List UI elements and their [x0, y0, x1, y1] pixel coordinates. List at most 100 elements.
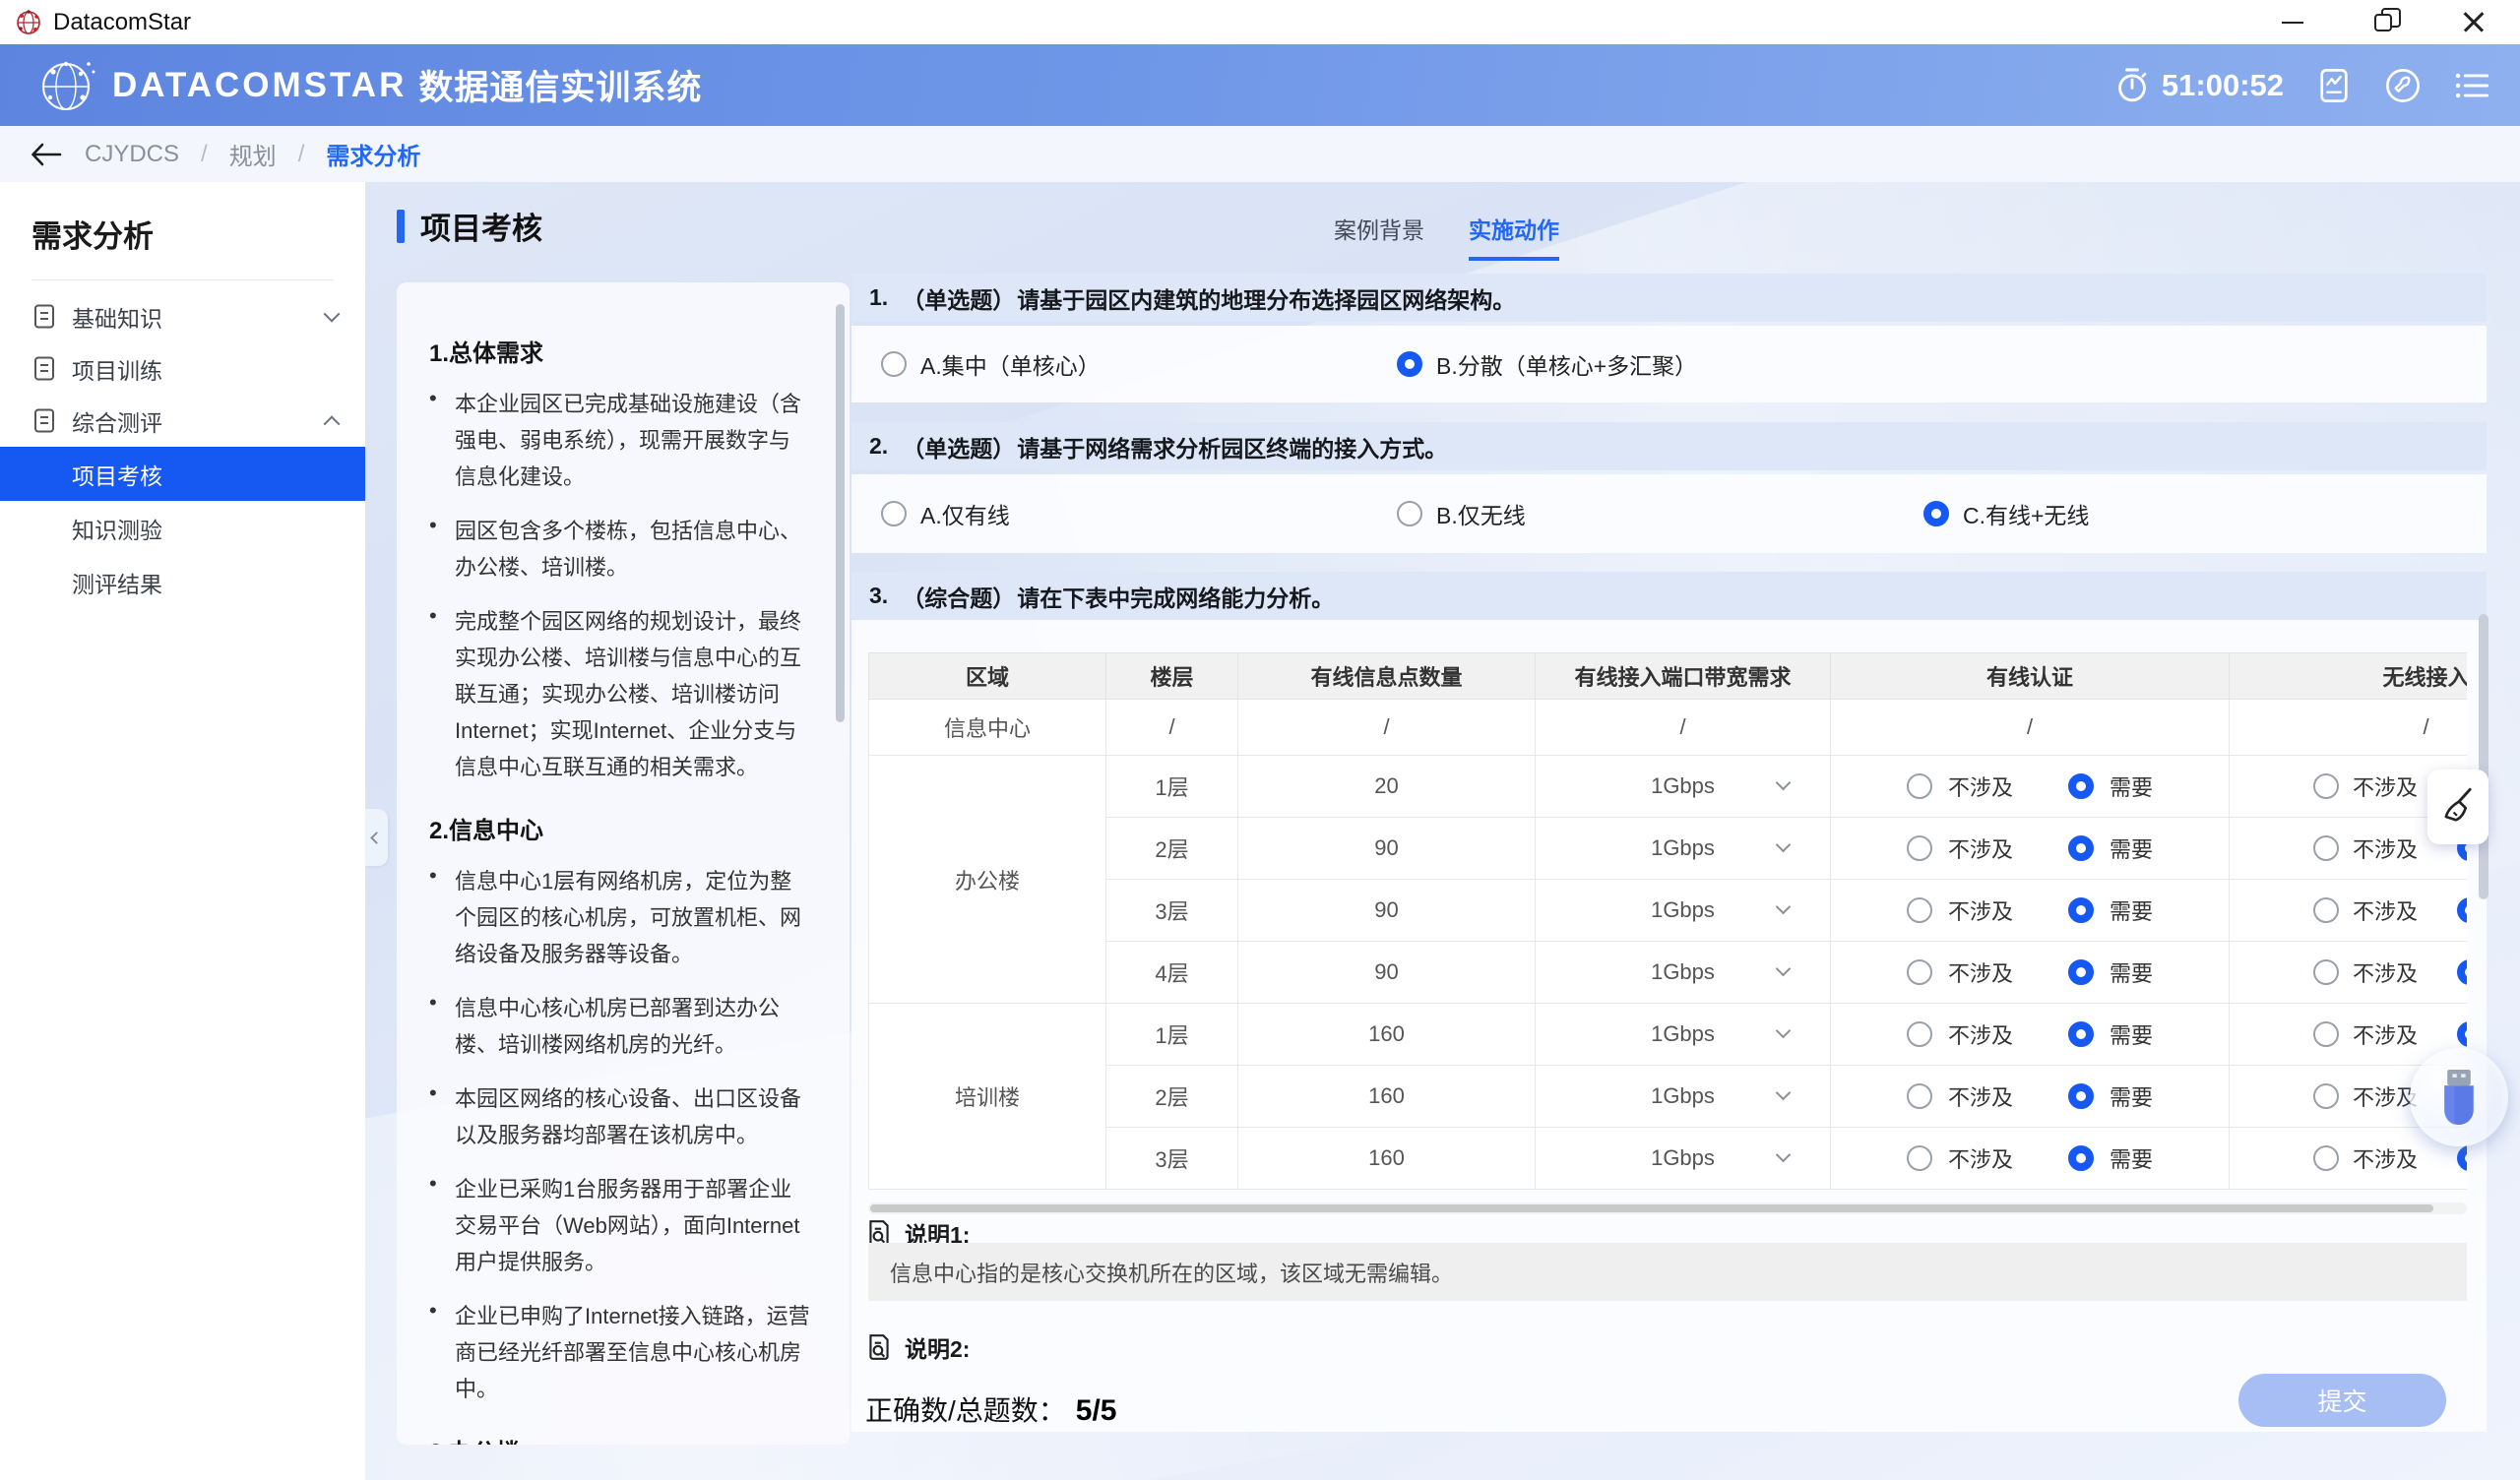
radio-unselected-icon[interactable]	[1907, 835, 1932, 861]
radio-unselected-icon[interactable]	[881, 501, 907, 526]
sidebar-collapse-handle[interactable]	[365, 809, 388, 866]
restore-button[interactable]	[2366, 6, 2400, 39]
radio-unselected-icon[interactable]	[1397, 501, 1422, 526]
sidebar-item-basic-knowledge[interactable]: 基础知识	[0, 290, 365, 342]
radio-selected-icon[interactable]	[2068, 959, 2094, 985]
bandwidth-dropdown[interactable]: 1Gbps	[1536, 1066, 1830, 1127]
minimize-icon	[2282, 22, 2303, 24]
bandwidth-dropdown[interactable]: 1Gbps	[1536, 1128, 1830, 1189]
bandwidth-dropdown[interactable]: 1Gbps	[1536, 818, 1830, 879]
clear-answers-button[interactable]	[2427, 770, 2488, 844]
tools-button[interactable]	[2384, 67, 2422, 104]
floor-cell: 3层	[1106, 880, 1238, 942]
q1-option-a[interactable]: A.集中（单核心）	[881, 347, 1101, 381]
score-summary: 正确数/总题数： 5/5	[865, 1389, 1117, 1429]
usb-device-widget[interactable]	[2410, 1048, 2508, 1146]
case-panel-scrollbar[interactable]	[836, 304, 845, 722]
wireless-cell: 不涉及	[2230, 942, 2468, 1004]
area-cell: 办公楼	[869, 756, 1106, 1004]
col-header-wireless: 无线接入	[2230, 653, 2468, 700]
brand-suffix: 数据通信实训系统	[418, 60, 702, 110]
radio-selected-icon[interactable]	[1397, 351, 1422, 377]
radio-selected-icon[interactable]	[2068, 1145, 2094, 1171]
stopwatch-icon	[2114, 67, 2150, 104]
minimize-button[interactable]	[2276, 6, 2309, 39]
radio-unselected-icon[interactable]	[2313, 773, 2339, 799]
q2-option-c[interactable]: C.有线+无线	[1923, 497, 2089, 530]
radio-selected-icon[interactable]	[2457, 1145, 2467, 1171]
radio-unselected-icon[interactable]	[2313, 1145, 2339, 1171]
breadcrumb-separator: /	[201, 141, 208, 168]
scrollbar-thumb[interactable]	[870, 1204, 2433, 1212]
bandwidth-cell: 1Gbps	[1536, 880, 1831, 942]
radio-selected-icon[interactable]	[2457, 1021, 2467, 1047]
radio-unselected-icon[interactable]	[1907, 1145, 1932, 1171]
sidebar-item-project-training[interactable]: 项目训练	[0, 342, 365, 395]
q2-option-b[interactable]: B.仅无线	[1397, 497, 1526, 530]
auth-cell: 不涉及需要	[1831, 1128, 2230, 1190]
tab-case-background[interactable]: 案例背景	[1334, 212, 1424, 261]
app-logo-icon	[14, 8, 43, 37]
breadcrumb-project[interactable]: CJYDCS	[85, 141, 179, 168]
radio-selected-icon[interactable]	[2068, 1021, 2094, 1047]
radio-selected-icon[interactable]	[2457, 959, 2467, 985]
sidebar-subitem-knowledge-test[interactable]: 知识测验	[0, 501, 365, 555]
bandwidth-cell: 1Gbps	[1536, 818, 1831, 880]
radio-unselected-icon[interactable]	[2313, 1083, 2339, 1109]
points-cell: 20	[1238, 756, 1536, 818]
submit-button[interactable]: 提交	[2238, 1374, 2446, 1427]
table-row: 2层 160 1Gbps 不涉及需要 不涉及	[869, 1066, 2468, 1128]
radio-unselected-icon[interactable]	[1907, 897, 1932, 923]
questions-vertical-scrollbar[interactable]	[2479, 614, 2488, 899]
radio-unselected-icon[interactable]	[1907, 959, 1932, 985]
case-description-panel[interactable]: 1.总体需求 •本企业园区已完成基础设施建设（含强电、弱电系统），现需开展数字与…	[397, 282, 850, 1445]
close-button[interactable]	[2457, 6, 2490, 39]
radio-selected-icon[interactable]	[1923, 501, 1949, 526]
radio-unselected-icon[interactable]	[1907, 1083, 1932, 1109]
points-cell: 90	[1238, 818, 1536, 880]
col-header-bandwidth: 有线接入端口带宽需求	[1536, 653, 1831, 700]
radio-unselected-icon[interactable]	[2313, 1021, 2339, 1047]
table-horizontal-scrollbar[interactable]	[868, 1202, 2467, 1214]
sidebar-subitem-project-assessment[interactable]: 项目考核	[0, 447, 365, 501]
q1-option-b[interactable]: B.分散（单核心+多汇聚）	[1397, 347, 1697, 381]
radio-unselected-icon[interactable]	[1907, 1021, 1932, 1047]
question-3-body: 区域 楼层 有线信息点数量 有线接入端口带宽需求 有线认证 无线接入 信息中心 …	[851, 620, 2487, 1432]
radio-unselected-icon[interactable]	[2313, 959, 2339, 985]
points-cell: 160	[1238, 1066, 1536, 1128]
tab-implementation[interactable]: 实施动作	[1469, 212, 1559, 261]
chevron-down-icon	[1776, 961, 1792, 977]
breadcrumb-planning[interactable]: 规划	[229, 137, 277, 171]
radio-selected-icon[interactable]	[2068, 835, 2094, 861]
case-section-heading: 1.总体需求	[429, 334, 810, 368]
report-button[interactable]	[2315, 67, 2353, 104]
sidebar-subitem-eval-results[interactable]: 测评结果	[0, 555, 365, 609]
table-row: 办公楼 1层 20 1Gbps 不涉及需要 不涉及	[869, 756, 2468, 818]
bandwidth-dropdown[interactable]: 1Gbps	[1536, 756, 1830, 817]
breadcrumb: CJYDCS / 规划 / 需求分析	[0, 126, 2520, 182]
back-button[interactable]	[30, 142, 63, 167]
sidebar-item-comprehensive-eval[interactable]: 综合测评	[0, 395, 365, 447]
bandwidth-dropdown[interactable]: 1Gbps	[1536, 1004, 1830, 1065]
radio-selected-icon[interactable]	[2068, 1083, 2094, 1109]
bandwidth-dropdown[interactable]: 1Gbps	[1536, 942, 1830, 1003]
sidebar-item-label: 项目训练	[72, 352, 162, 386]
case-section-heading: 2.信息中心	[429, 811, 810, 845]
table-header-row: 区域 楼层 有线信息点数量 有线接入端口带宽需求 有线认证 无线接入	[869, 653, 2468, 700]
bandwidth-cell: 1Gbps	[1536, 1004, 1831, 1066]
case-bullet: •园区包含多个楼栋，包括信息中心、办公楼、培训楼。	[429, 513, 810, 586]
radio-selected-icon[interactable]	[2457, 897, 2467, 923]
radio-unselected-icon[interactable]	[1907, 773, 1932, 799]
radio-selected-icon[interactable]	[2068, 897, 2094, 923]
radio-unselected-icon[interactable]	[881, 351, 907, 377]
radio-unselected-icon[interactable]	[2313, 835, 2339, 861]
menu-button[interactable]	[2453, 67, 2490, 104]
bandwidth-dropdown[interactable]: 1Gbps	[1536, 880, 1830, 941]
chevron-down-icon	[1776, 837, 1792, 853]
case-bullet: •企业已采购1台服务器用于部署企业交易平台（Web网站），面向Internet用…	[429, 1171, 810, 1280]
radio-unselected-icon[interactable]	[2313, 897, 2339, 923]
os-titlebar: DatacomStar	[0, 0, 2520, 44]
q2-option-a[interactable]: A.仅有线	[881, 497, 1010, 530]
radio-selected-icon[interactable]	[2068, 773, 2094, 799]
bandwidth-cell: 1Gbps	[1536, 942, 1831, 1004]
